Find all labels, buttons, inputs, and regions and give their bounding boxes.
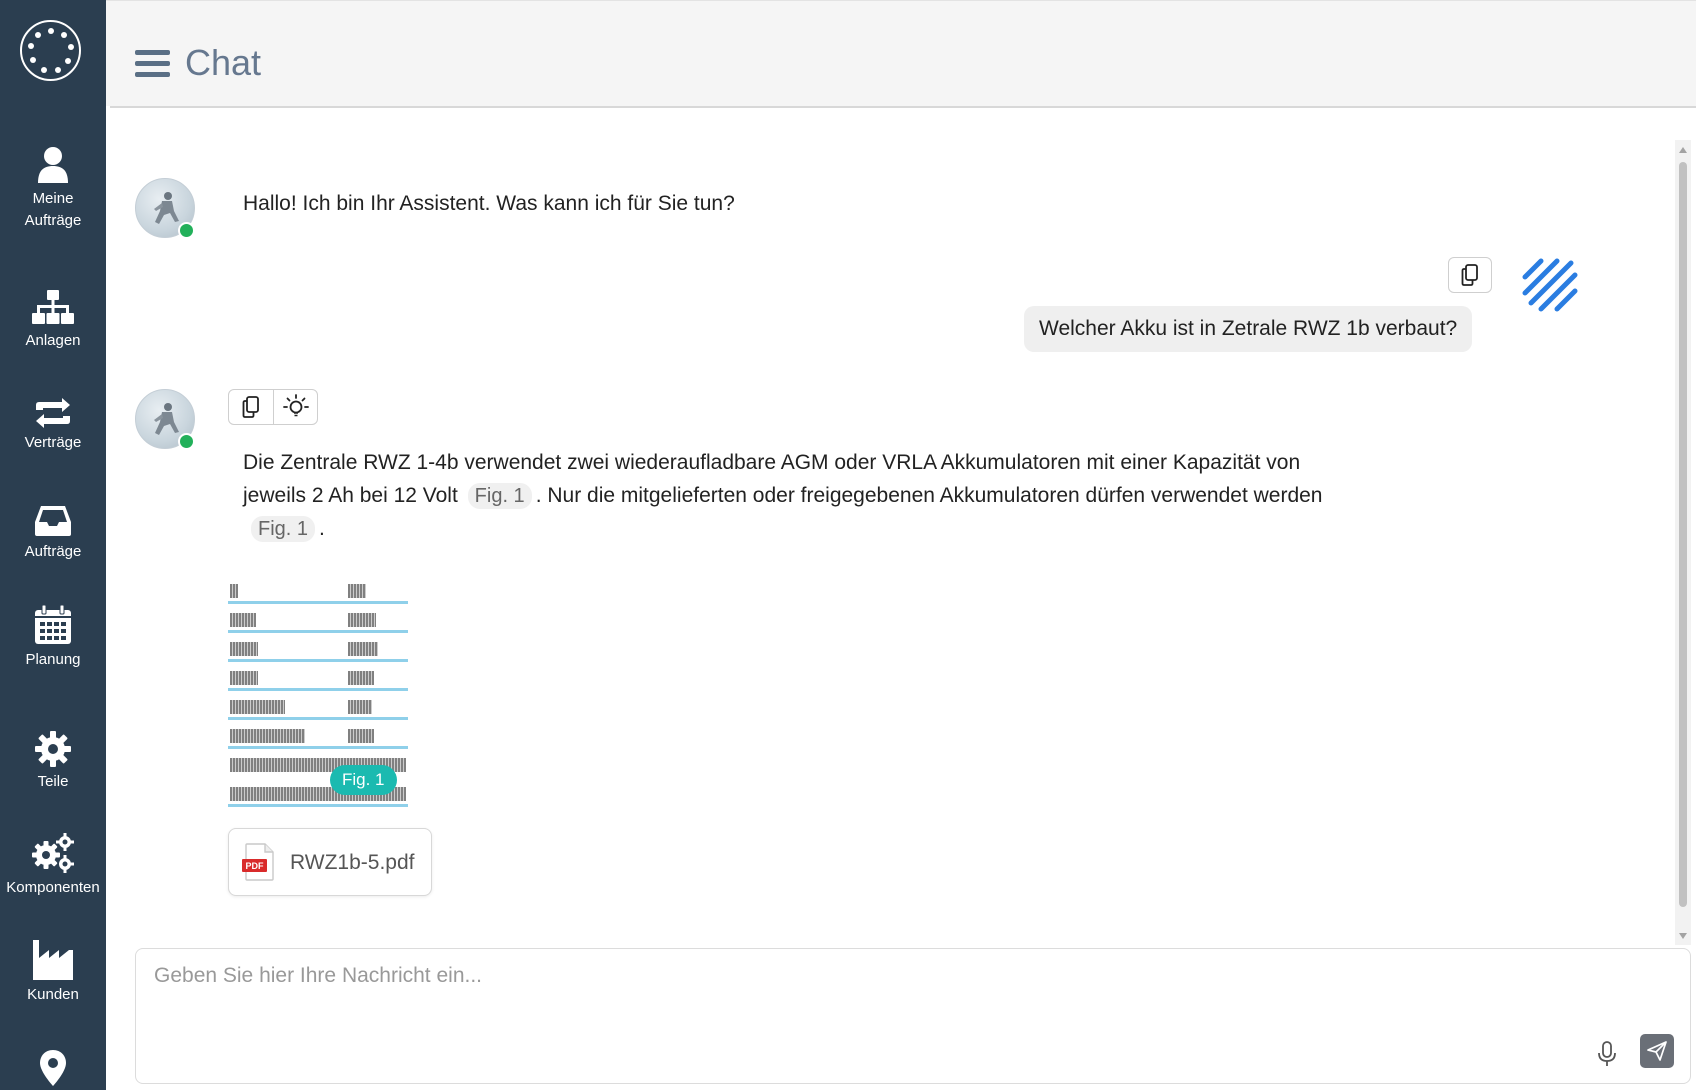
header bbox=[106, 0, 1696, 106]
robot-icon bbox=[154, 403, 179, 435]
retweet-icon bbox=[36, 398, 70, 428]
sidebar-item-label: Planung bbox=[25, 651, 81, 668]
user-icon bbox=[38, 147, 68, 183]
gear-icon bbox=[35, 731, 71, 767]
sidebar-item-komponenten[interactable]: Komponenten bbox=[0, 833, 106, 899]
inbox-icon bbox=[35, 506, 71, 536]
figure-reference-chip[interactable]: Fig. 1 bbox=[251, 516, 316, 542]
app-logo[interactable] bbox=[20, 20, 81, 81]
sidebar-item-label: Meine Aufträge bbox=[24, 190, 82, 229]
sidebar-item-standorte[interactable] bbox=[0, 1050, 106, 1086]
lightbulb-icon bbox=[282, 394, 309, 417]
sidebar-item-kunden[interactable]: Kunden bbox=[0, 940, 106, 1006]
message-input[interactable] bbox=[136, 949, 1690, 1083]
explain-answer-button[interactable] bbox=[273, 390, 317, 424]
sidebar-item-auftraege[interactable]: Aufträge bbox=[0, 505, 106, 563]
figure-reference-chip[interactable]: Fig. 1 bbox=[467, 483, 532, 509]
copy-icon bbox=[242, 396, 259, 418]
figure-badge[interactable]: Fig. 1 bbox=[330, 765, 397, 795]
microphone-icon bbox=[1598, 1041, 1616, 1066]
svg-text:PDF: PDF bbox=[246, 861, 265, 871]
copy-icon bbox=[1461, 264, 1478, 286]
send-icon bbox=[1647, 1041, 1667, 1061]
pdf-attachment[interactable]: PDF RWZ1b-5.pdf bbox=[228, 828, 432, 896]
sidebar-item-vertraege[interactable]: Verträge bbox=[0, 398, 106, 454]
sidebar-item-teile[interactable]: Teile bbox=[0, 731, 106, 793]
sidebar-item-label: Komponenten bbox=[6, 879, 100, 896]
online-status-indicator bbox=[178, 222, 195, 239]
sidebar-item-anlagen[interactable]: Anlagen bbox=[0, 290, 106, 352]
answer-line: Die Zentrale RWZ 1-4b verwendet zwei wie… bbox=[243, 451, 1301, 474]
user-message-bubble: Welcher Akku ist in Zetrale RWZ 1b verba… bbox=[1024, 306, 1473, 352]
scroll-up-arrow-icon[interactable] bbox=[1679, 147, 1687, 153]
copy-answer-button[interactable] bbox=[229, 390, 273, 424]
user-avatar bbox=[1522, 258, 1578, 312]
sidebar-item-label: Teile bbox=[37, 773, 69, 790]
copy-user-message-button[interactable] bbox=[1448, 257, 1492, 293]
scroll-down-arrow-icon[interactable] bbox=[1679, 933, 1687, 939]
sidebar-item-label: Kunden bbox=[27, 986, 79, 1003]
hamburger-menu-icon[interactable] bbox=[135, 50, 170, 80]
answer-actions bbox=[228, 389, 318, 425]
sitemap-icon bbox=[32, 290, 74, 324]
sidebar-item-label: Verträge bbox=[24, 434, 82, 451]
chat-scrollbar[interactable] bbox=[1675, 140, 1691, 945]
page-title: Chat bbox=[185, 42, 262, 83]
header-divider bbox=[110, 106, 1696, 108]
assistant-greeting-message: Hallo! Ich bin Ihr Assistent. Was kann i… bbox=[243, 192, 735, 215]
scroll-thumb[interactable] bbox=[1679, 162, 1687, 907]
sidebar-item-label: Anlagen bbox=[25, 332, 81, 349]
sidebar-item-meine-auftraege[interactable]: Meine Aufträge bbox=[0, 146, 106, 232]
calendar-icon bbox=[35, 605, 71, 644]
message-input-container bbox=[135, 948, 1691, 1084]
sidebar-item-label: Aufträge bbox=[24, 543, 82, 560]
sidebar-item-planung[interactable]: Planung bbox=[0, 605, 106, 671]
online-status-indicator bbox=[178, 433, 195, 450]
answer-line: jeweils 2 Ah bei 12 Volt Fig. 1. Nur die… bbox=[243, 483, 1323, 509]
microphone-button[interactable] bbox=[1596, 1040, 1618, 1068]
pdf-filename: RWZ1b-5.pdf bbox=[290, 851, 415, 874]
answer-line: Fig. 1. bbox=[243, 512, 1443, 545]
map-marker-icon bbox=[40, 1050, 66, 1086]
assistant-answer-message: Die Zentrale RWZ 1-4b verwendet zwei wie… bbox=[243, 446, 1443, 545]
gears-icon bbox=[32, 833, 74, 873]
robot-icon bbox=[154, 192, 179, 224]
pdf-file-icon: PDF bbox=[242, 843, 274, 881]
send-button[interactable] bbox=[1640, 1034, 1674, 1068]
sidebar: Meine Aufträge Anlagen Verträge Aufträge … bbox=[0, 0, 106, 1090]
factory-icon bbox=[33, 940, 73, 980]
